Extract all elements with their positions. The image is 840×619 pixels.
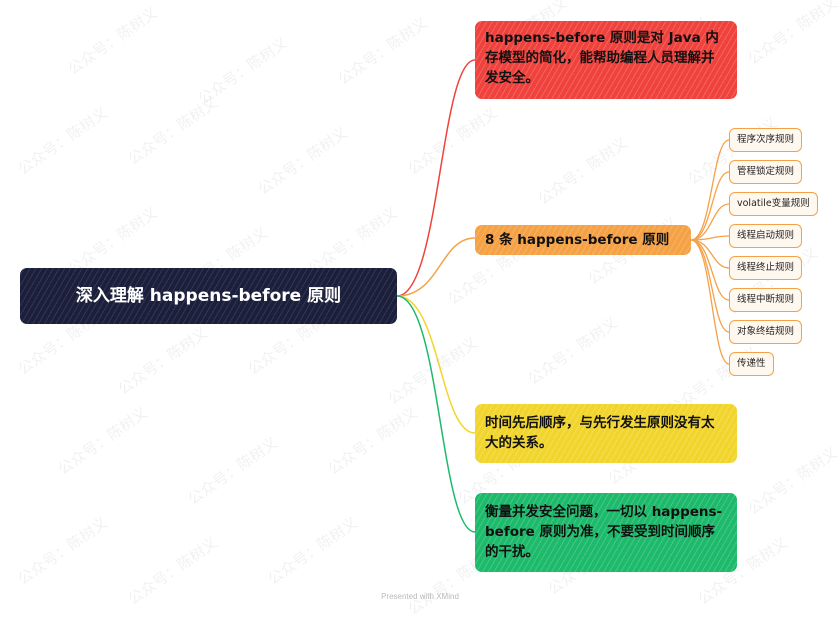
connector-root-to-rules [396, 237, 476, 297]
rule-label: 线程中断规则 [737, 294, 795, 305]
topic-definition[interactable]: happens-before 原则是对 Java 内存模型的简化，能帮助编程人员… [475, 21, 737, 99]
rule-connectors [690, 139, 730, 365]
rule-label: 对象终结规则 [737, 326, 795, 337]
rule-monitor-lock[interactable]: 管程锁定规则 [729, 160, 803, 184]
rule-connector [690, 239, 730, 365]
rule-label: 程序次序规则 [737, 134, 795, 145]
root-topic-label: 深入理解 happens-before 原则 [75, 286, 342, 306]
rule-label: 线程启动规则 [737, 230, 795, 241]
rule-connector [690, 239, 730, 333]
connector-root-to-definition [396, 59, 476, 297]
topic-measure-label: 衡量并发安全问题，一切以 happens-before 原则为准，不要受到时间顺… [485, 504, 723, 560]
rule-thread-termination[interactable]: 线程终止规则 [729, 256, 803, 280]
rule-label: volatile变量规则 [737, 198, 810, 209]
rule-label: 管程锁定规则 [737, 166, 795, 177]
root-topic[interactable]: 深入理解 happens-before 原则 [20, 268, 397, 324]
rule-thread-start[interactable]: 线程启动规则 [729, 224, 803, 248]
rule-label: 传递性 [737, 358, 766, 369]
topic-eight-rules-label: 8 条 happens-before 原则 [485, 232, 670, 248]
rule-finalizer[interactable]: 对象终结规则 [729, 320, 803, 344]
topic-definition-label: happens-before 原则是对 Java 内存模型的简化，能帮助编程人员… [485, 30, 719, 86]
footer-credit: Presented with XMind [381, 592, 459, 601]
topic-time-order[interactable]: 时间先后顺序，与先行发生原则没有太大的关系。 [475, 404, 737, 463]
rule-thread-interrupt[interactable]: 线程中断规则 [729, 288, 803, 312]
connector-root-to-time-order [396, 295, 476, 434]
topic-time-order-label: 时间先后顺序，与先行发生原则没有太大的关系。 [485, 415, 715, 451]
rule-program-order[interactable]: 程序次序规则 [729, 128, 803, 152]
rule-volatile[interactable]: volatile变量规则 [729, 192, 818, 216]
connector-root-to-measure [396, 295, 476, 533]
topic-measure[interactable]: 衡量并发安全问题，一切以 happens-before 原则为准，不要受到时间顺… [475, 493, 737, 572]
topic-eight-rules[interactable]: 8 条 happens-before 原则 [475, 225, 691, 255]
rule-transitivity[interactable]: 传递性 [729, 352, 774, 376]
rule-label: 线程终止规则 [737, 262, 795, 273]
